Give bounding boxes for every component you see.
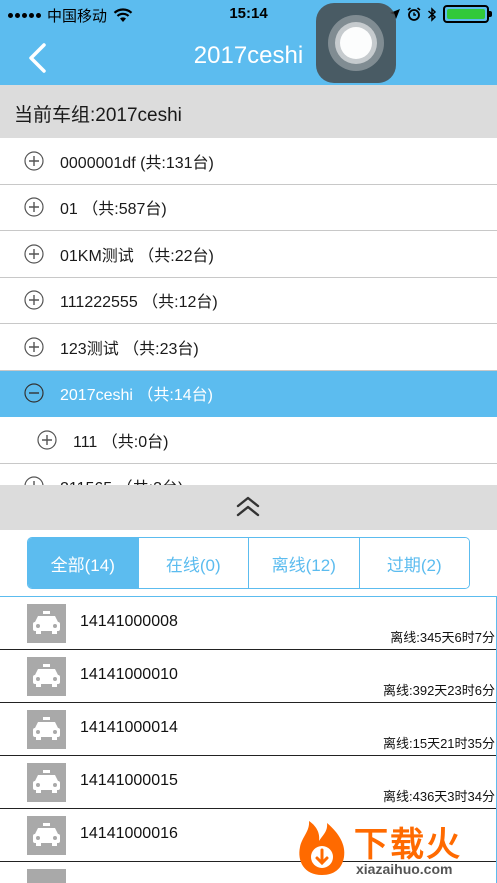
vehicle-id: 14141000016 — [80, 825, 178, 842]
vehicle-row[interactable]: 14141000015 离线:436天3时34分 — [0, 756, 497, 809]
bluetooth-icon — [427, 6, 437, 22]
vehicle-id: 14141000014 — [80, 719, 178, 736]
taxi-icon — [27, 763, 66, 802]
status-filter-tabs: 全部(14) 在线(0) 离线(12) 过期(2) — [27, 537, 470, 589]
tab-offline[interactable]: 离线(12) — [249, 538, 360, 588]
vehicle-id: 14141000010 — [80, 666, 178, 683]
tree-item-label: 01KM测试 （共:22台) — [60, 247, 214, 265]
group-tree: 0000001df (共:131台) 01 （共:587台) 01KM测试 （共… — [0, 138, 497, 485]
vehicle-status: 离线:436天3时34分 — [383, 789, 495, 804]
current-group-header: 当前车组:2017ceshi — [0, 85, 497, 138]
expand-plus-icon[interactable] — [24, 244, 44, 264]
taxi-icon — [27, 816, 66, 855]
tree-item-label: 2017ceshi （共:14台) — [60, 387, 213, 405]
expand-plus-icon[interactable] — [24, 151, 44, 171]
tree-item[interactable]: 123测试 （共:23台) — [0, 324, 497, 371]
collapse-minus-icon[interactable] — [24, 383, 44, 403]
battery-icon — [443, 5, 492, 23]
page-title: 2017ceshi — [193, 42, 304, 69]
vehicle-row[interactable]: 14141000010 离线:392天23时6分 — [0, 650, 497, 703]
tab-expired[interactable]: 过期(2) — [359, 538, 469, 588]
expand-plus-icon[interactable] — [37, 430, 57, 450]
tree-item[interactable]: 0000001df (共:131台) — [0, 138, 497, 185]
expand-plus-icon[interactable] — [24, 197, 44, 217]
watermark: 下载火 xiazaihuo.com — [290, 815, 490, 881]
taxi-icon — [27, 869, 66, 883]
nav-bar: 2017ceshi — [0, 30, 497, 85]
taxi-icon — [27, 710, 66, 749]
flame-logo-icon — [299, 821, 345, 875]
expand-plus-icon[interactable] — [24, 476, 44, 485]
tree-item-label: 123测试 （共:23台) — [60, 340, 199, 358]
tree-item-label: 0000001df (共:131台) — [60, 154, 214, 172]
tree-item-selected[interactable]: 2017ceshi （共:14台) — [0, 370, 497, 417]
collapse-handle[interactable] — [0, 485, 497, 530]
tree-item[interactable]: 211565 （共:3台) — [0, 464, 497, 485]
tree-item-label: 111222555 （共:12台) — [60, 294, 218, 312]
watermark-brand: 下载火 — [354, 825, 462, 865]
tab-all[interactable]: 全部(14) — [28, 538, 139, 588]
tree-item-label: 111 （共:0台) — [73, 433, 169, 451]
tree-item[interactable]: 01KM测试 （共:22台) — [0, 231, 497, 278]
tree-item[interactable]: 111222555 （共:12台) — [0, 278, 497, 324]
watermark-url: xiazaihuo.com — [356, 861, 453, 877]
expand-plus-icon[interactable] — [24, 337, 44, 357]
alarm-icon — [407, 7, 421, 21]
status-right — [389, 5, 492, 23]
vehicle-status: 离线:15天21时35分 — [383, 736, 495, 751]
vehicle-id: 14141000008 — [80, 613, 178, 630]
taxi-icon — [27, 657, 66, 696]
expand-plus-icon[interactable] — [24, 290, 44, 310]
tab-online[interactable]: 在线(0) — [138, 538, 249, 588]
tree-item-label: 211565 （共:3台) — [60, 474, 183, 485]
vehicle-id: 14141000015 — [80, 772, 178, 789]
assistive-touch-core — [340, 27, 372, 59]
vehicle-row[interactable]: 14141000014 离线:15天21时35分 — [0, 703, 497, 756]
vehicle-row[interactable]: 14141000008 离线:345天6时7分 — [0, 597, 497, 650]
vehicle-status: 离线:392天23时6分 — [383, 683, 495, 698]
status-bar: 中国移动 15:14 — [0, 0, 497, 30]
tree-item[interactable]: 01 （共:587台) — [0, 185, 497, 231]
double-chevron-up-icon[interactable] — [235, 496, 261, 518]
tree-item-label: 01 （共:587台) — [60, 201, 167, 219]
assistive-touch-button[interactable] — [316, 3, 396, 83]
taxi-icon — [27, 604, 66, 643]
vehicle-status: 离线:345天6时7分 — [390, 630, 495, 645]
tree-subitem[interactable]: 111 （共:0台) — [0, 417, 497, 464]
